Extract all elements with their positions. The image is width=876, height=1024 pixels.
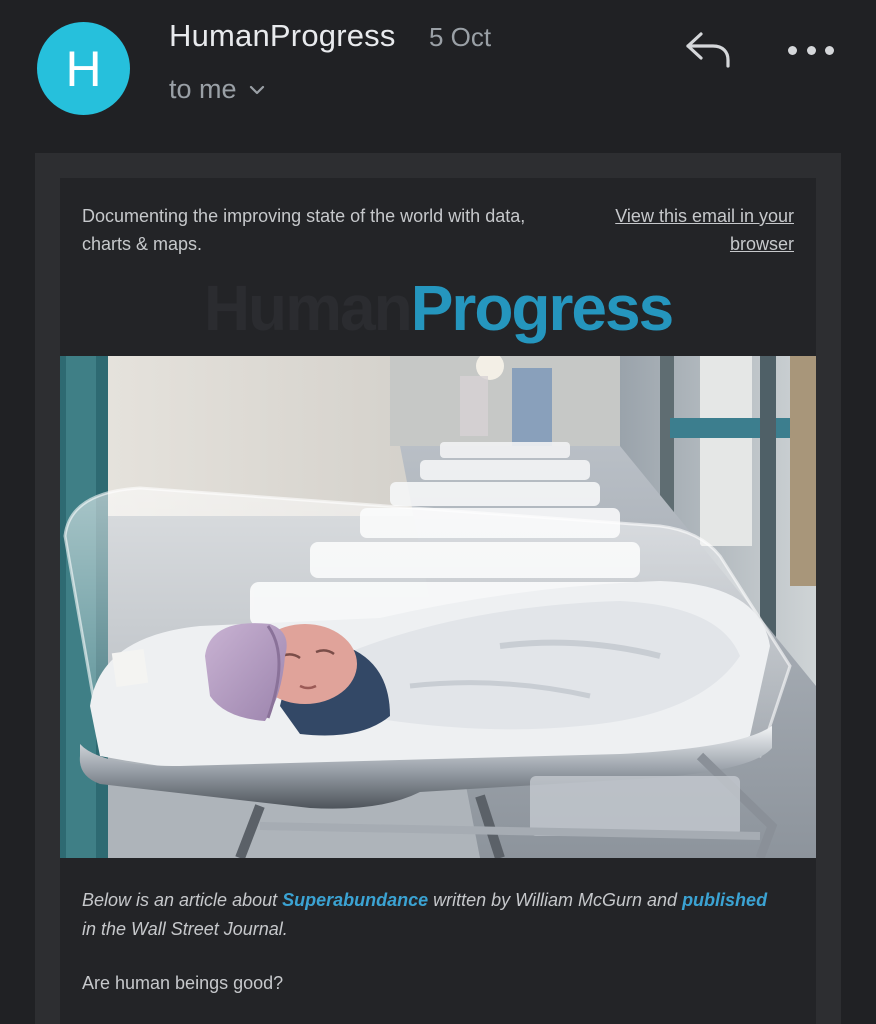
article-intro: Below is an article about Superabundance… (82, 886, 782, 944)
sender-name[interactable]: HumanProgress (169, 18, 396, 54)
dot (806, 45, 816, 55)
sender-avatar[interactable]: H (37, 22, 130, 115)
recipient-toggle[interactable]: to me (169, 74, 265, 105)
intro-text-1: Below is an article about (82, 890, 283, 910)
dot (788, 45, 797, 55)
humanprogress-logo[interactable]: HumanProgress (60, 270, 816, 346)
article-question: Are human beings good? (82, 973, 284, 993)
newsletter-tagline: Documenting the improving state of the w… (82, 206, 526, 254)
email-view: H HumanProgress 5 Oct to me Documenting … (0, 0, 876, 1024)
newborn-hospital-photo (60, 356, 816, 858)
superabundance-link[interactable]: Superabundance (282, 890, 428, 910)
email-date: 5 Oct (429, 22, 492, 52)
newsletter-card: Documenting the improving state of the w… (60, 178, 816, 1024)
chevron-down-icon (249, 85, 264, 94)
reply-icon[interactable] (683, 28, 733, 72)
logo-human: Human (203, 272, 413, 344)
logo-progress: Progress (410, 272, 674, 344)
intro-text-3: in the Wall Street Journal. (82, 919, 288, 939)
published-link[interactable]: published (682, 890, 767, 910)
intro-text-2: written by William McGurn and (428, 890, 683, 910)
recipient-label: to me (169, 74, 237, 104)
view-in-browser-link[interactable]: View this email in your browser (564, 202, 794, 258)
dot (825, 45, 834, 55)
photo-illustration (60, 356, 816, 858)
more-options-icon[interactable] (788, 36, 834, 64)
